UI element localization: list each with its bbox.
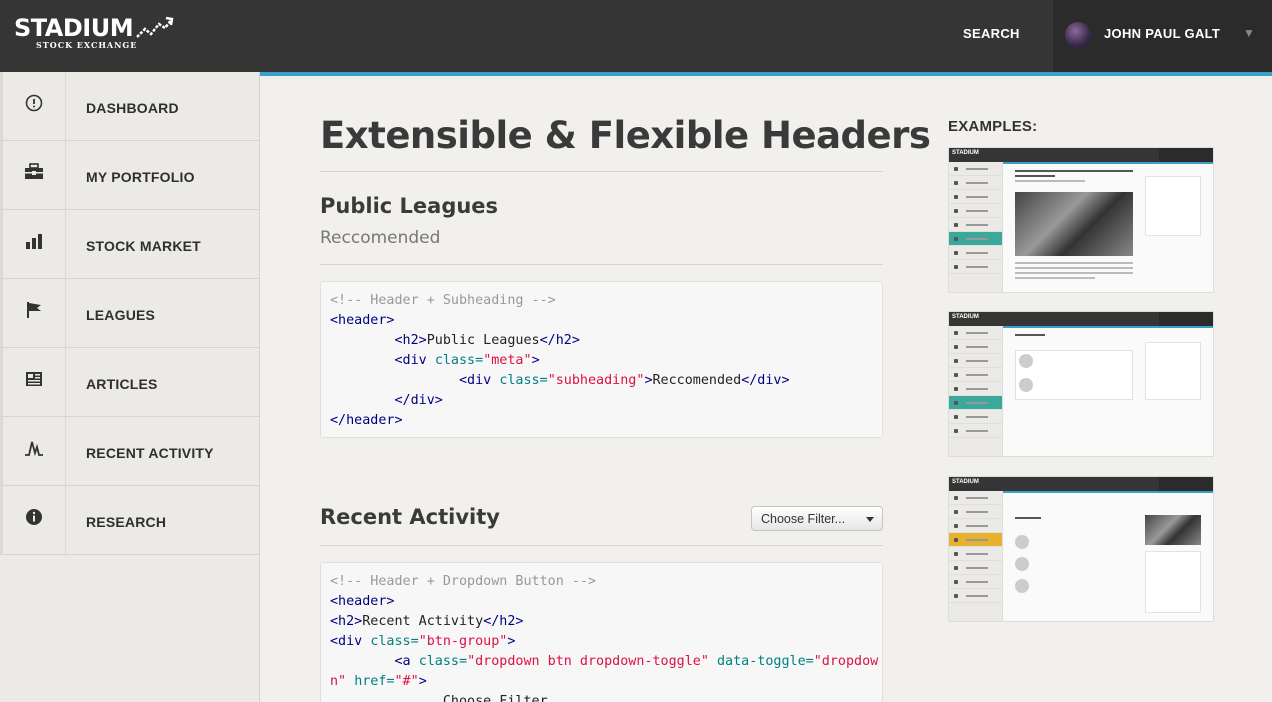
code-block-header-subheading: <!-- Header + Subheading --> <header> <h… [320,281,883,438]
sidebar-item-articles[interactable]: ARTICLES [0,348,259,417]
briefcase-icon [25,163,43,179]
sidebar-item-research[interactable]: RESEARCH [0,486,259,555]
logo-wordmark: STADIUM [14,14,134,42]
sidebar-item-label: RECENT ACTIVITY [86,445,214,461]
accent-bar [260,72,1272,76]
flag-icon [27,302,41,318]
section-title-public-leagues: Public Leagues [320,194,499,218]
avatar [1065,22,1091,48]
sidebar-item-dashboard[interactable]: DASHBOARD [0,72,259,141]
sidebar-item-my-portfolio[interactable]: MY PORTFOLIO [0,141,259,210]
example-thumbnail-league[interactable]: STADIUM [948,476,1214,622]
logo-tagline: STOCK EXCHANGE [36,40,138,50]
examples-title: EXAMPLES: [948,118,1038,135]
sidebar-item-label: RESEARCH [86,514,167,530]
activity-icon [25,441,43,457]
caret-down-icon [866,517,874,522]
sidebar-item-stock-market[interactable]: STOCK MARKET [0,210,259,279]
caret-down-icon[interactable]: ▼ [1243,26,1255,40]
example-thumbnail-articles-list[interactable]: STADIUM [948,311,1214,457]
info-icon [26,509,42,525]
divider [320,171,883,172]
user-name: JOHN PAUL GALT [1104,26,1221,41]
dashboard-icon [25,94,43,112]
choose-filter-dropdown[interactable]: Choose Filter... [751,506,883,531]
sidebar-item-label: DASHBOARD [86,100,179,116]
sidebar: DASHBOARD MY PORTFOLIO STOCK MARKET LEAG… [0,72,260,702]
sidebar-item-label: LEAGUES [86,307,156,323]
filter-label: Choose Filter... [761,512,846,526]
sidebar-item-leagues[interactable]: LEAGUES [0,279,259,348]
code-block-header-dropdown: <!-- Header + Dropdown Button --> <heade… [320,562,883,702]
page-title: Extensible & Flexible Headers [320,114,931,157]
section-subheading: Reccomended [320,228,441,248]
bar-chart-icon [26,234,42,249]
trend-arrow-icon [136,16,174,38]
sidebar-item-label: MY PORTFOLIO [86,169,195,185]
top-bar: STADIUM STOCK EXCHANGE SEARCH JOHN PAUL … [0,0,1272,72]
search-link[interactable]: SEARCH [963,26,1020,41]
section-title-recent-activity: Recent Activity [320,505,500,529]
user-menu[interactable]: JOHN PAUL GALT ▼ [1053,0,1272,72]
sidebar-item-recent-activity[interactable]: RECENT ACTIVITY [0,417,259,486]
divider [320,264,883,265]
sidebar-item-label: STOCK MARKET [86,238,201,254]
stadium-logo[interactable]: STADIUM STOCK EXCHANGE [14,14,175,50]
divider [320,545,883,546]
example-thumbnail-article[interactable]: STADIUM [948,147,1214,293]
sidebar-item-label: ARTICLES [86,376,158,392]
newspaper-icon [26,372,42,386]
